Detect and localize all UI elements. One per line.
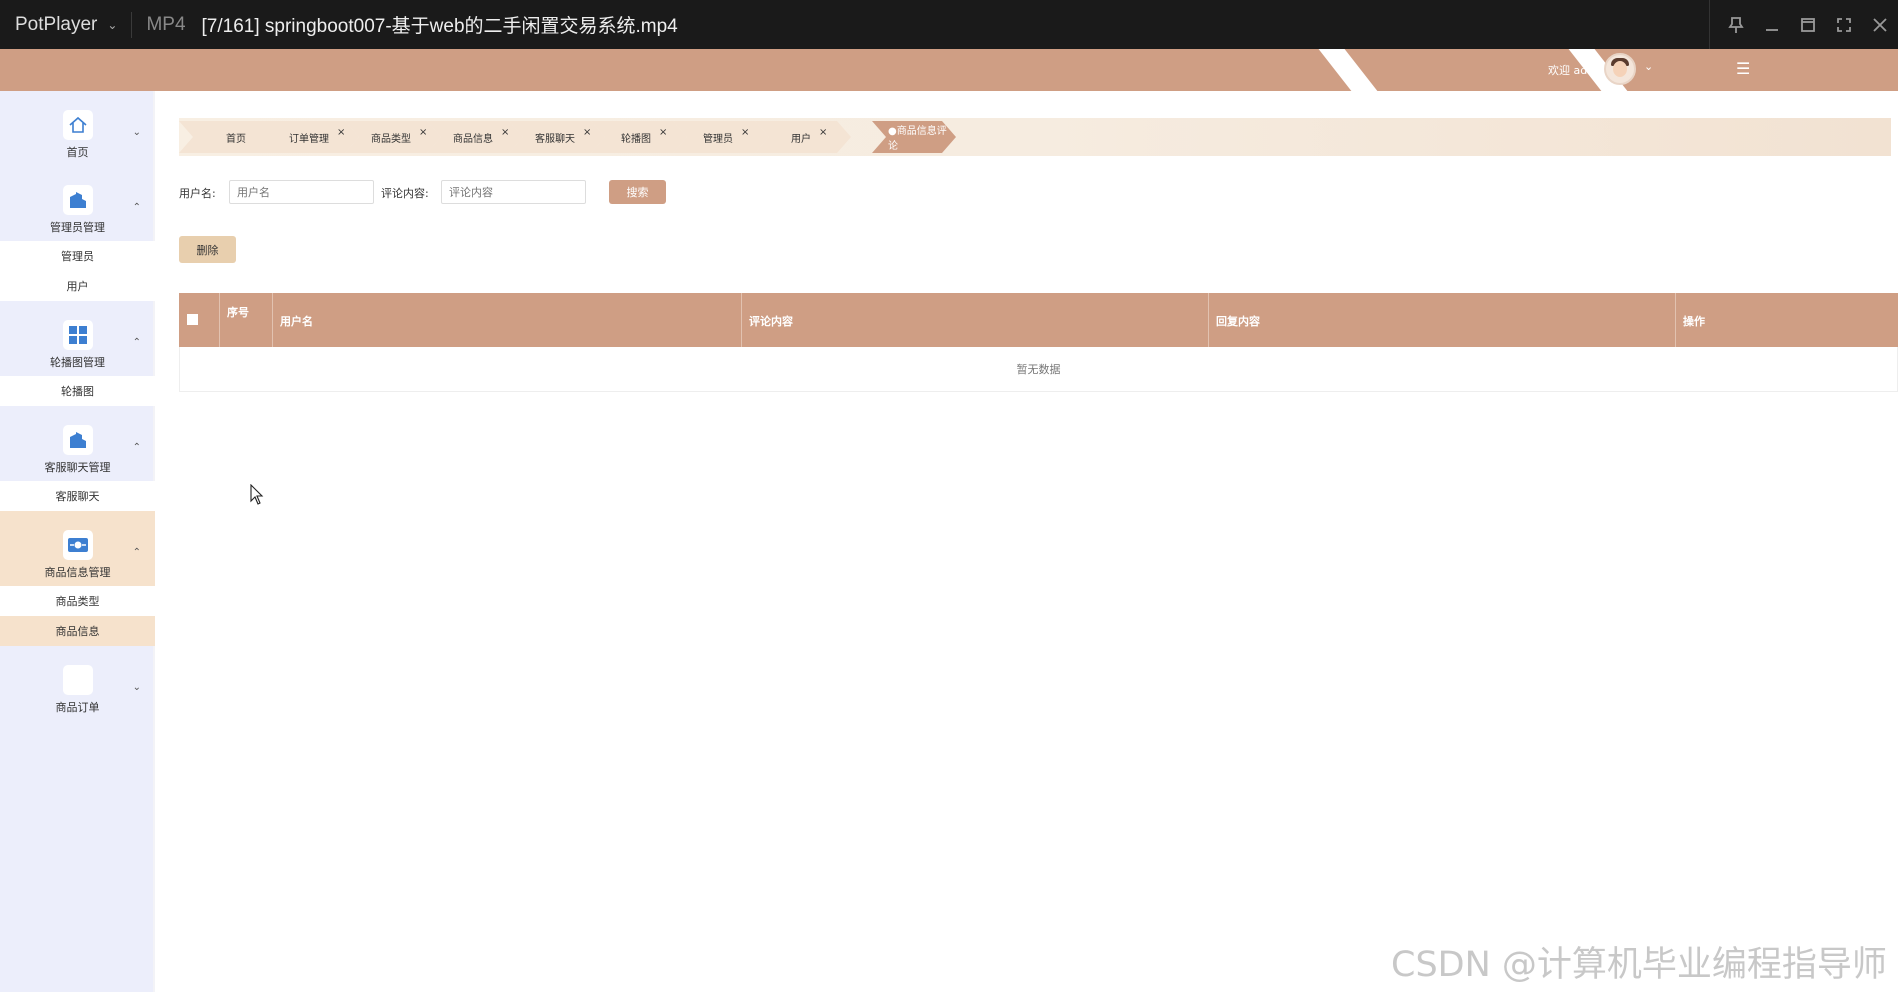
close-icon[interactable]: × — [583, 127, 591, 138]
column-header: 操作 — [1683, 315, 1705, 328]
tab-carousel[interactable]: 轮播图 × — [591, 121, 687, 153]
pin-icon — [1728, 16, 1744, 33]
sidebar-group-label: 商品信息管理 — [44, 566, 111, 579]
user-menu-chevron-icon[interactable]: ⌄ — [1644, 60, 1653, 73]
close-icon[interactable]: × — [419, 127, 427, 138]
divider — [131, 11, 133, 38]
sidebar-item-product-management[interactable]: 商品信息管理 ⌃ — [0, 511, 155, 586]
sidebar-subitem-product-type[interactable]: 商品类型 — [0, 586, 155, 616]
select-all-cell — [179, 293, 220, 347]
avatar[interactable] — [1604, 53, 1636, 85]
chevron-up-icon: ⌃ — [132, 202, 141, 213]
sidebar-subitem-carousel[interactable]: 轮播图 — [0, 376, 155, 406]
sidebar-subitem-admin[interactable]: 管理员 — [0, 241, 155, 271]
format-label: MP4 — [146, 13, 186, 35]
minimize-button[interactable] — [1754, 0, 1790, 49]
player-menu-button[interactable]: PotPlayer ⌄ — [0, 14, 117, 36]
close-button[interactable] — [1862, 0, 1898, 49]
sidebar-group-label: 首页 — [66, 146, 89, 159]
close-icon[interactable]: × — [819, 127, 827, 138]
delete-button[interactable]: 删除 — [179, 236, 236, 263]
tab-bar: 首页 订单管理 × 商品类型 × 商品信息 × 客服聊天 × 轮播图 × 管理员 × 用户 ×… — [179, 118, 1891, 156]
hamburger-menu-icon[interactable]: ☰ — [1736, 59, 1750, 78]
tab-chat[interactable]: 客服聊天 × — [509, 121, 605, 153]
select-all-checkbox[interactable] — [187, 314, 198, 325]
search-button[interactable]: 搜索 — [609, 180, 666, 204]
sidebar-group-label: 管理员管理 — [50, 221, 105, 234]
maximize-button[interactable] — [1790, 0, 1826, 49]
sidebar-item-orders[interactable]: 商品订单 ⌄ — [0, 646, 155, 721]
home-icon — [62, 110, 93, 140]
username-input[interactable] — [229, 180, 374, 204]
empty-state: 暂无数据 — [179, 347, 1898, 392]
sidebar-group-label: 客服聊天管理 — [44, 461, 111, 474]
chevron-down-icon: ⌄ — [107, 17, 118, 32]
watermark: CSDN @计算机毕业编程指导师 — [1391, 945, 1887, 985]
decor-stripe — [1318, 49, 1392, 91]
tab-orders[interactable]: 订单管理 × — [263, 121, 359, 153]
username-label: 用户名: — [179, 187, 216, 200]
sidebar-subitem-user[interactable]: 用户 — [0, 271, 155, 301]
divider — [1709, 0, 1710, 49]
tab-admin[interactable]: 管理员 × — [673, 121, 769, 153]
tab-product-info[interactable]: 商品信息 × — [427, 121, 523, 153]
grid-icon — [62, 320, 93, 350]
sidebar-group-label: 轮播图管理 — [50, 356, 105, 369]
file-title: [7/161] springboot007-基于web的二手闲置交易系统.mp4 — [201, 16, 678, 37]
welcome-text: 欢迎 admin — [1548, 64, 1608, 77]
fullscreen-icon — [1837, 17, 1851, 32]
sidebar-subitem-chat[interactable]: 客服聊天 — [0, 481, 155, 511]
close-icon[interactable]: × — [659, 127, 667, 138]
chevron-down-icon: ⌄ — [132, 682, 141, 693]
fullscreen-button[interactable] — [1826, 0, 1862, 49]
sidebar-item-admin-management[interactable]: 管理员管理 ⌃ — [0, 166, 155, 241]
minimize-icon — [1766, 28, 1778, 31]
building-icon — [62, 185, 93, 215]
close-icon[interactable]: × — [741, 127, 749, 138]
app-name: PotPlayer — [15, 13, 98, 35]
close-icon — [1873, 17, 1887, 32]
column-header: 评论内容 — [742, 293, 1209, 347]
tab-user[interactable]: 用户 × — [755, 121, 851, 153]
tab-home[interactable]: 首页 — [179, 121, 279, 153]
comment-input[interactable] — [441, 180, 586, 204]
sidebar-item-home[interactable]: 首页 ⌄ — [0, 91, 155, 166]
chevron-down-icon: ⌄ — [132, 127, 141, 138]
column-header: 回复内容 — [1209, 293, 1676, 347]
tab-product-comment[interactable]: ●商品信息评论 — [872, 121, 956, 153]
app-header: 欢迎 admin ⌄ ☰ — [0, 49, 1898, 91]
sidebar: 首页 ⌄ 管理员管理 ⌃ 管理员 用户 轮播图管理 ⌃ 轮播图 客服聊天管理 ⌃… — [0, 91, 155, 992]
sidebar-item-chat-management[interactable]: 客服聊天管理 ⌃ — [0, 406, 155, 481]
column-header: 序号 — [220, 293, 273, 347]
chevron-up-icon: ⌃ — [132, 337, 141, 348]
chevron-up-icon: ⌃ — [132, 547, 141, 558]
column-header: 用户名 — [273, 293, 742, 347]
pin-button[interactable] — [1718, 0, 1754, 49]
table-header: 序号 用户名 评论内容 回复内容 操作 — [179, 293, 1898, 347]
chevron-up-icon: ⌃ — [132, 442, 141, 453]
sidebar-group-label: 商品订单 — [55, 701, 100, 714]
player-titlebar: PotPlayer ⌄ MP4 [7/161] springboot007-基于… — [0, 0, 1898, 49]
card-icon — [62, 530, 93, 560]
sidebar-subitem-product-info[interactable]: 商品信息 — [0, 616, 155, 646]
sidebar-item-carousel-management[interactable]: 轮播图管理 ⌃ — [0, 301, 155, 376]
close-icon[interactable]: × — [501, 127, 509, 138]
blank-icon — [62, 665, 93, 695]
comment-label: 评论内容: — [381, 187, 429, 200]
building-icon — [62, 425, 93, 455]
tab-product-type[interactable]: 商品类型 × — [345, 121, 441, 153]
maximize-icon — [1801, 17, 1815, 32]
comment-table: 序号 用户名 评论内容 回复内容 操作 暂无数据 — [179, 293, 1898, 392]
close-icon[interactable]: × — [337, 127, 345, 138]
mouse-cursor-icon — [250, 484, 264, 505]
